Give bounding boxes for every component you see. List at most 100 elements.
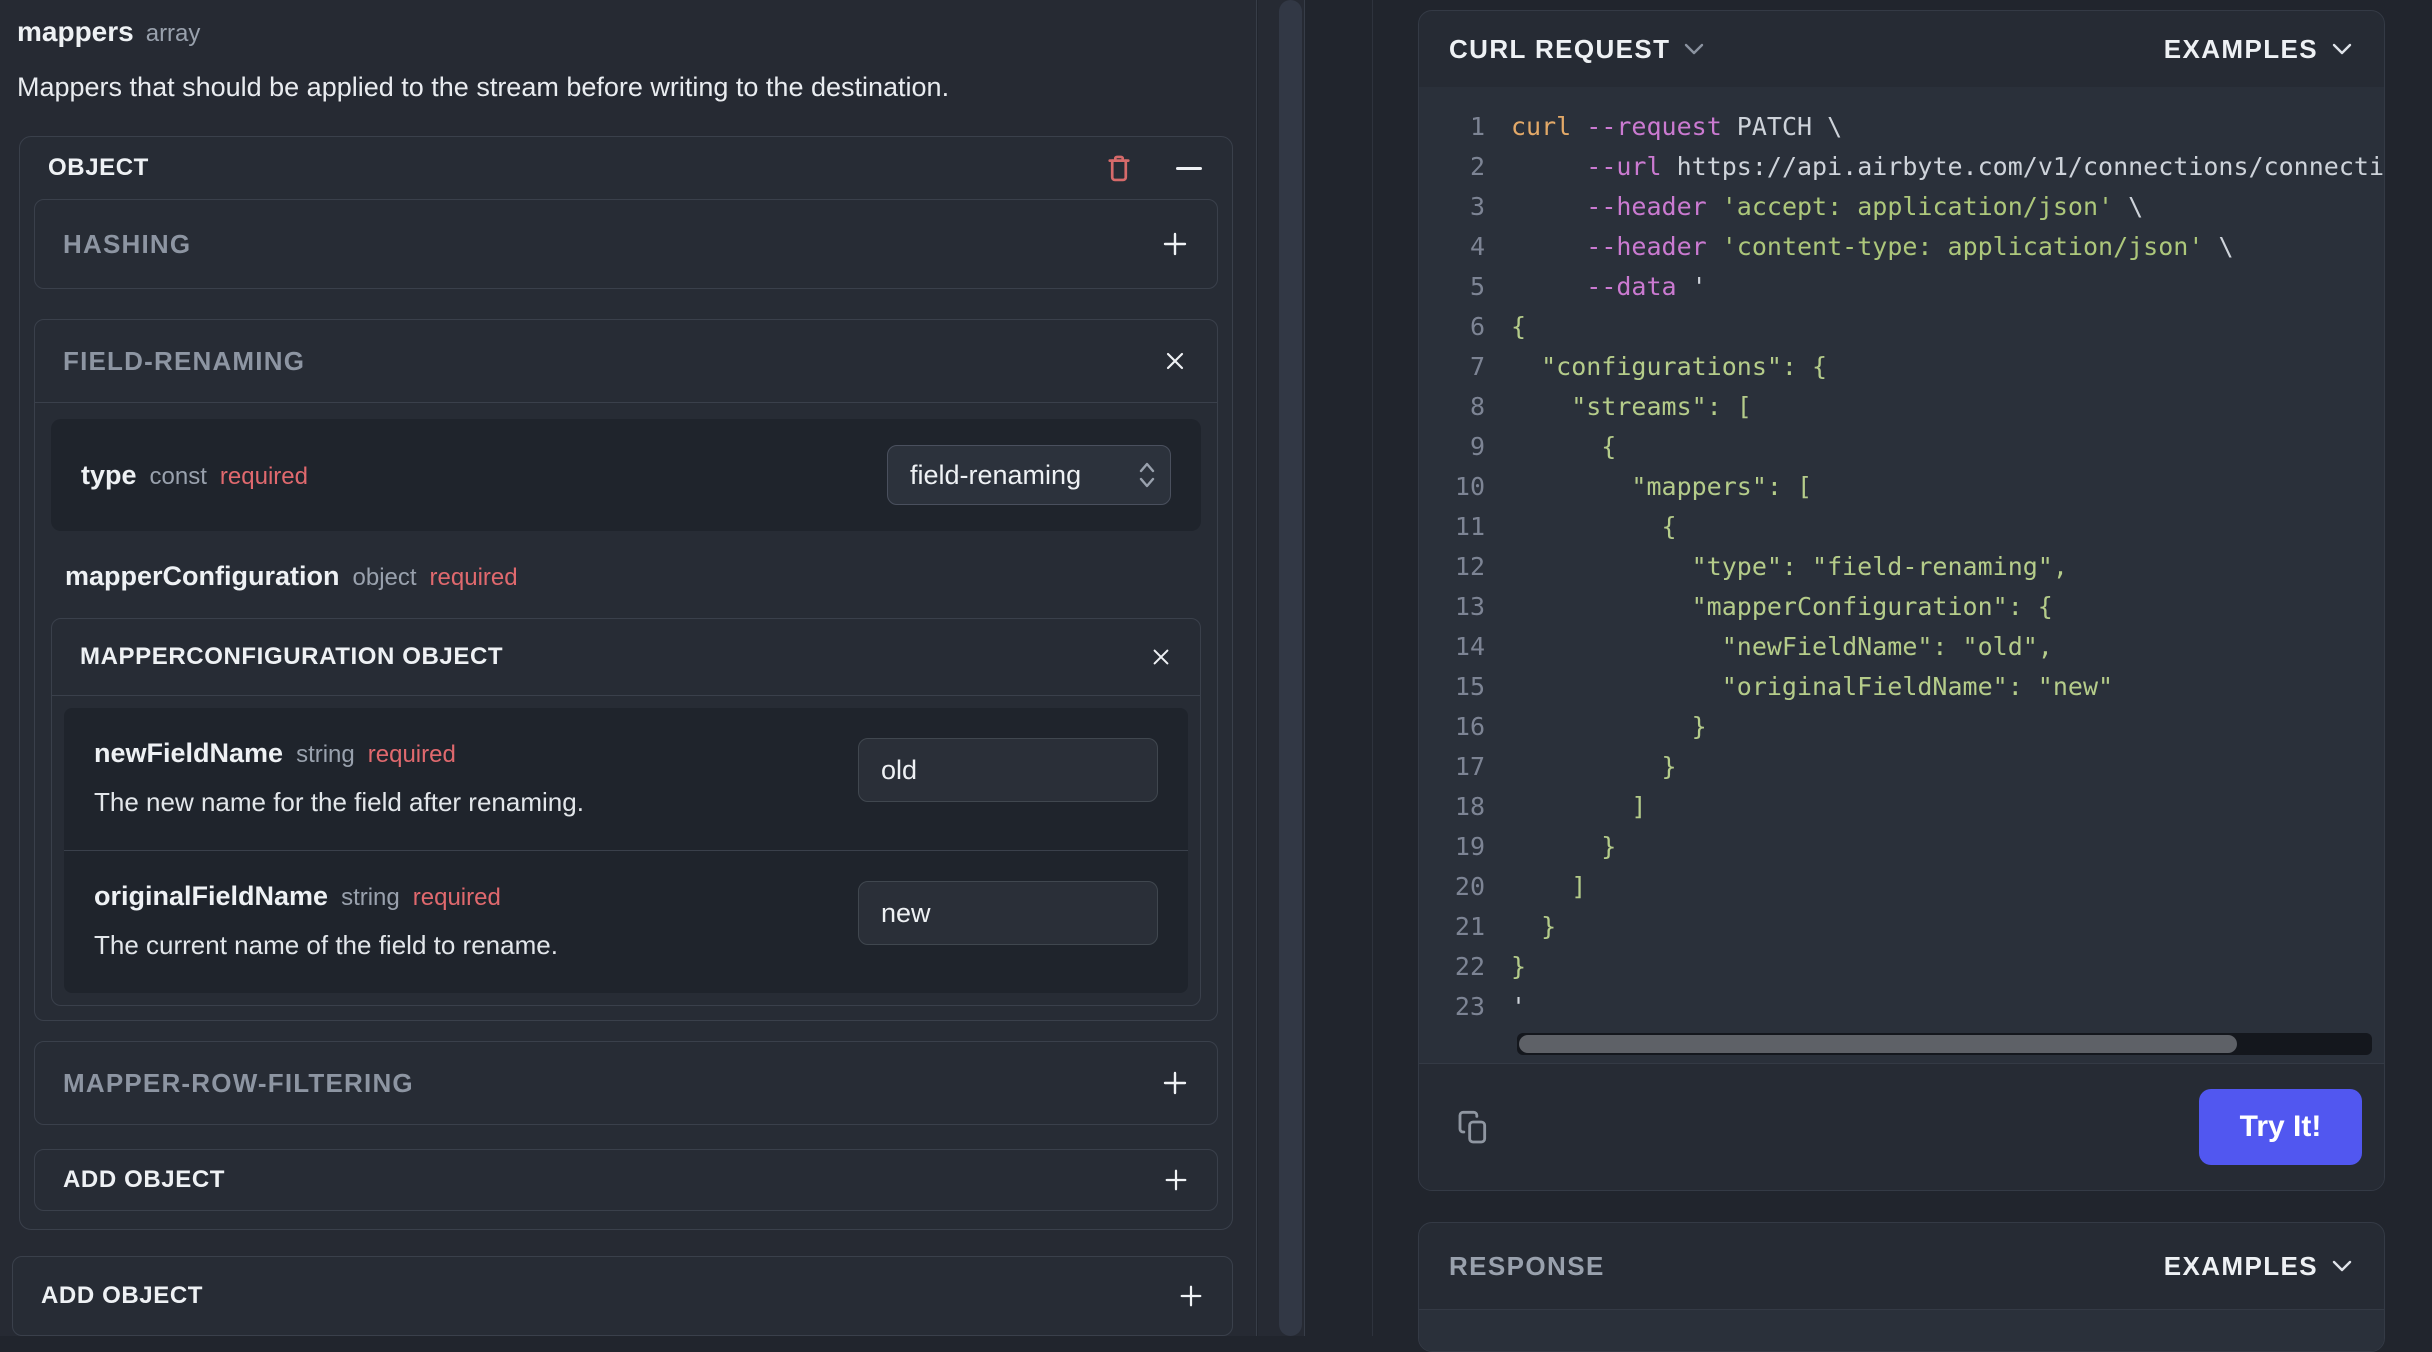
code-text: } <box>1511 952 1527 981</box>
field-kind: const <box>149 462 207 490</box>
line-number: 12 <box>1454 552 1485 581</box>
response-panel: RESPONSE EXAMPLES <box>1418 1222 2385 1352</box>
code-text: "originalFieldName": "new" <box>1511 672 2114 701</box>
page-scrollbar-thumb[interactable] <box>1279 0 1302 1336</box>
code-hscrollbar-thumb[interactable] <box>1519 1035 2238 1053</box>
field-info: originalFieldName string required The cu… <box>94 881 558 961</box>
line-number: 23 <box>1454 992 1485 1021</box>
field-name: mapperConfiguration <box>65 561 340 591</box>
request-examples-dropdown[interactable]: EXAMPLES <box>2164 34 2352 65</box>
line-number: 13 <box>1454 592 1485 621</box>
type-field-row: type const required field-renaming <box>51 419 1201 531</box>
curl-request-panel: CURL REQUEST EXAMPLES 1 curl --request PA… <box>1418 10 2385 1191</box>
collapse-object-button[interactable] <box>1176 166 1202 170</box>
chevron-down-icon <box>2332 1260 2352 1272</box>
line-number: 5 <box>1469 272 1485 301</box>
code-line-18: 18 ] <box>1419 787 2384 827</box>
code-line-15: 15 "originalFieldName": "new" <box>1419 667 2384 707</box>
code-line-5: 5 --data ' <box>1419 267 2384 307</box>
response-examples-dropdown[interactable]: EXAMPLES <box>2164 1251 2352 1282</box>
code-text: curl --request PATCH \ <box>1511 112 1843 141</box>
code-text: { <box>1511 312 1527 341</box>
schema-editor-column: mappers array Mappers that should be app… <box>0 0 1257 1336</box>
object-panel-title: OBJECT <box>48 154 149 181</box>
code-text: "configurations": { <box>1511 352 1828 381</box>
line-number: 21 <box>1454 912 1485 941</box>
code-text: --url https://api.airbyte.com/v1/connect… <box>1586 152 2384 181</box>
code-text: } <box>1511 712 1707 741</box>
code-text: } <box>1511 832 1617 861</box>
mapper-configuration-close-button[interactable] <box>1150 646 1172 668</box>
plus-icon <box>1163 1167 1189 1193</box>
examples-label: EXAMPLES <box>2163 33 2318 64</box>
code-text: --header 'accept: application/json' \ <box>1586 192 2144 221</box>
type-field-labels: type const required <box>81 460 308 491</box>
code-text: { <box>1511 432 1617 461</box>
code-line-4: 4 --header 'content-type: application/js… <box>1419 227 2384 267</box>
code-text: { <box>1511 512 1677 541</box>
copy-code-button[interactable] <box>1453 1107 1493 1147</box>
code-line-16: 16 } <box>1419 707 2384 747</box>
line-number: 7 <box>1469 352 1485 381</box>
property-description: Mappers that should be applied to the st… <box>17 72 950 102</box>
hashing-label: HASHING <box>63 228 192 259</box>
mapper-row-filtering-section-toggle[interactable]: MAPPER-ROW-FILTERING <box>34 1041 1218 1125</box>
curl-request-header: CURL REQUEST EXAMPLES <box>1419 11 2384 87</box>
request-language-dropdown[interactable]: CURL REQUEST <box>1449 34 1704 65</box>
property-name: mappers <box>17 16 134 47</box>
code-line-7: 7 "configurations": { <box>1419 347 2384 387</box>
new-field-name-input[interactable] <box>858 738 1158 802</box>
original-field-name-input[interactable] <box>858 881 1158 945</box>
type-select[interactable]: field-renaming <box>887 445 1171 505</box>
object-panel-header: OBJECT <box>20 137 1232 199</box>
line-number: 16 <box>1454 712 1485 741</box>
plus-icon <box>1161 230 1189 258</box>
line-number: 11 <box>1454 512 1485 541</box>
line-number: 9 <box>1469 432 1485 461</box>
code-line-14: 14 "newFieldName": "old", <box>1419 627 2384 667</box>
field-renaming-section: FIELD-RENAMING type const required field… <box>34 319 1218 1021</box>
trash-icon <box>1104 152 1134 184</box>
field-description: The current name of the field to rename. <box>94 930 558 960</box>
add-object-button[interactable]: ADD OBJECT <box>34 1149 1218 1211</box>
add-object-outer-button[interactable]: ADD OBJECT <box>12 1256 1233 1336</box>
code-line-21: 21 } <box>1419 907 2384 947</box>
code-text: "streams": [ <box>1511 392 1752 421</box>
field-required-badge: required <box>219 462 308 490</box>
field-name: type <box>81 459 137 490</box>
code-line-9: 9 { <box>1419 427 2384 467</box>
hashing-section-toggle[interactable]: HASHING <box>34 199 1218 289</box>
mapper-configuration-title: MAPPERCONFIGURATION OBJECT <box>80 643 504 670</box>
line-number: 14 <box>1454 632 1485 661</box>
object-panel: OBJECT HASHING FIELD-RENAMING type const… <box>19 136 1233 1230</box>
field-renaming-label: FIELD-RENAMING <box>63 345 306 376</box>
property-type-badge: array <box>145 20 201 47</box>
line-number: 20 <box>1454 872 1485 901</box>
x-icon <box>1150 646 1172 668</box>
code-editor[interactable]: 1 curl --request PATCH \ 2 --url https://a… <box>1419 87 2384 1063</box>
code-line-17: 17 } <box>1419 747 2384 787</box>
line-number: 4 <box>1469 232 1485 261</box>
code-line-1: 1 curl --request PATCH \ <box>1419 107 2384 147</box>
code-line-22: 22} <box>1419 947 2384 987</box>
code-text: "mappers": [ <box>1511 472 1813 501</box>
field-required-badge: required <box>429 564 518 591</box>
try-it-button[interactable]: Try It! <box>2199 1089 2362 1165</box>
line-number: 10 <box>1454 472 1485 501</box>
delete-object-button[interactable] <box>1104 152 1134 184</box>
response-body <box>1419 1310 2384 1351</box>
code-lines: 1 curl --request PATCH \ 2 --url https://a… <box>1419 107 2384 1027</box>
field-required-badge: required <box>367 741 456 768</box>
field-renaming-close-button[interactable] <box>1163 349 1187 373</box>
mapper-configuration-labels: mapperConfiguration object required <box>65 561 1187 592</box>
x-icon <box>1163 349 1187 373</box>
add-object-label: ADD OBJECT <box>63 1166 226 1193</box>
line-number: 15 <box>1454 672 1485 701</box>
page-scrollbar-track[interactable] <box>1258 0 1305 1336</box>
code-text: --data ' <box>1586 272 1707 301</box>
code-hscrollbar-track[interactable] <box>1517 1033 2372 1055</box>
new-field-name-row: newFieldName string required The new nam… <box>64 708 1188 850</box>
code-line-2: 2 --url https://api.airbyte.com/v1/conne… <box>1419 147 2384 187</box>
line-number: 22 <box>1454 952 1485 981</box>
code-text: } <box>1511 752 1677 781</box>
